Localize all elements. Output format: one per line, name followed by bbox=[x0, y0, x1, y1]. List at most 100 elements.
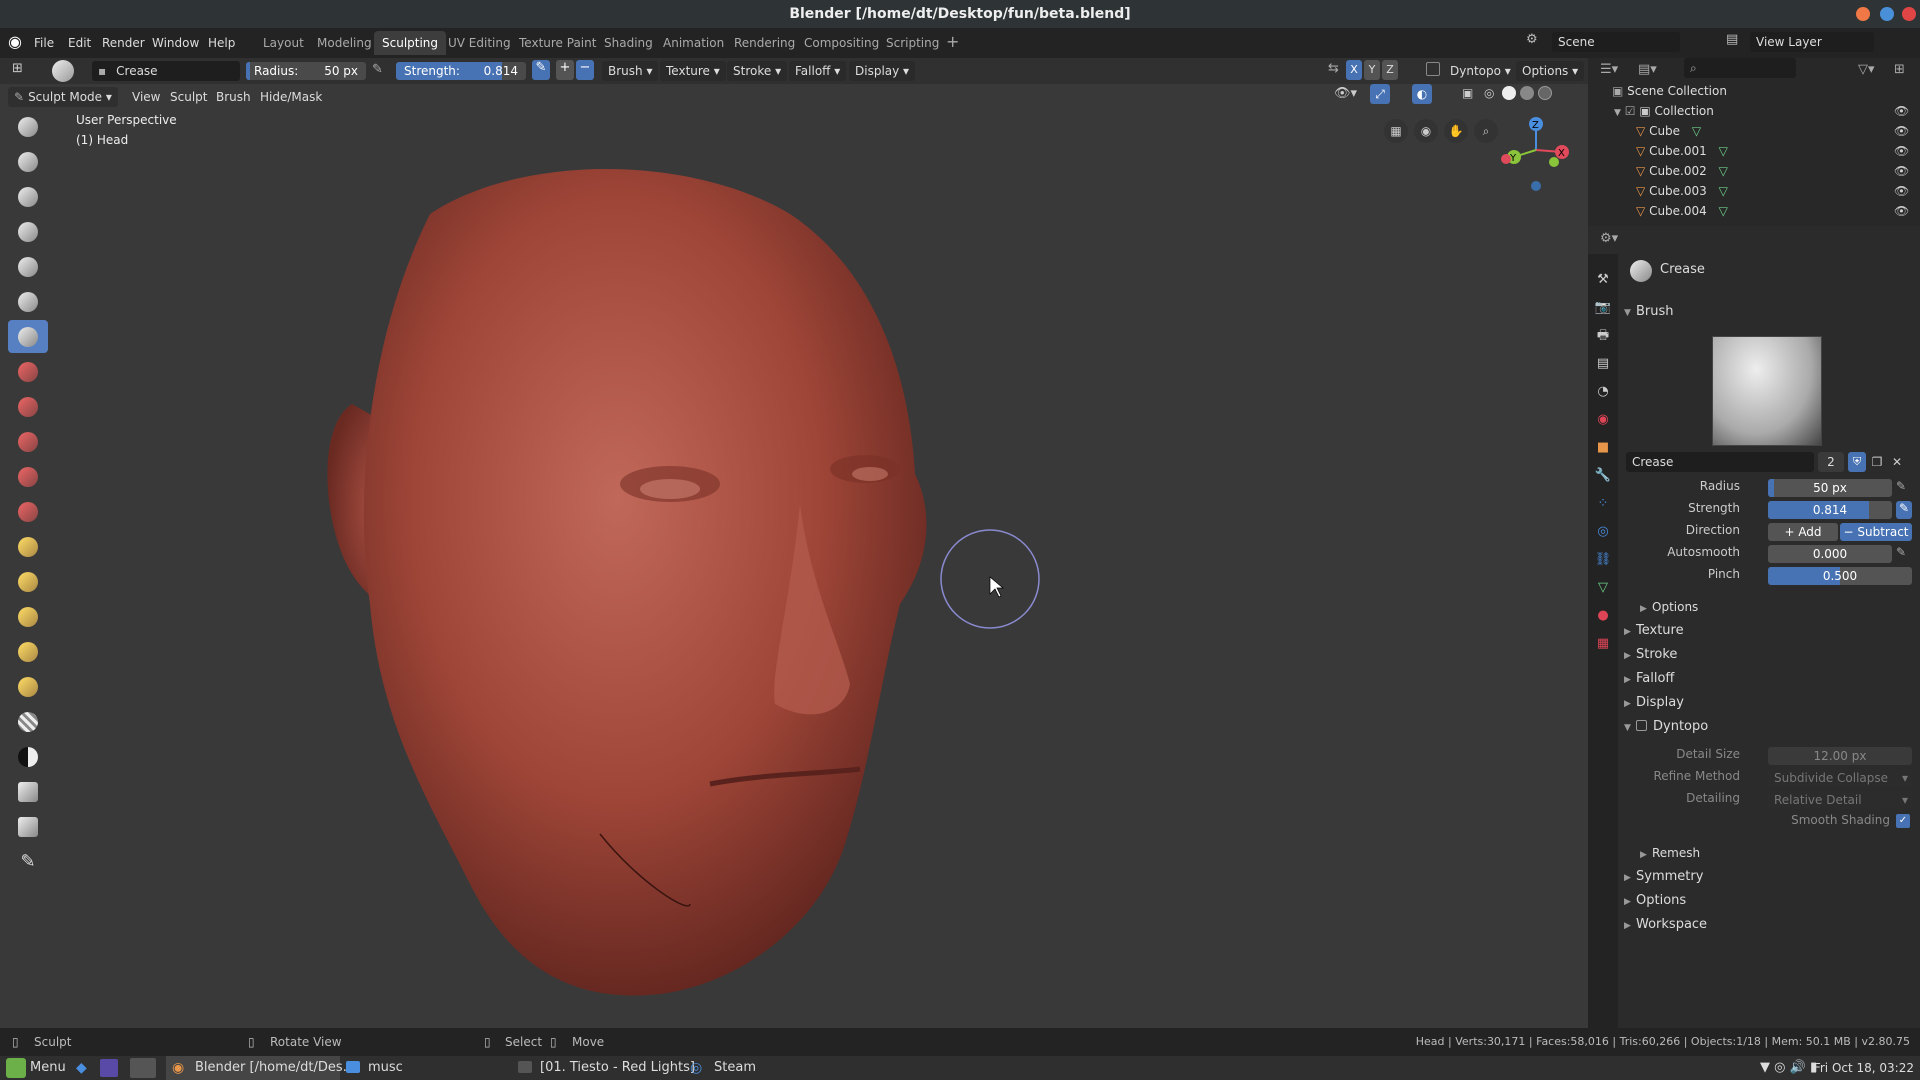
fake-user-shield-icon[interactable]: ⛨ bbox=[1848, 452, 1866, 472]
smooth-shading-checkbox[interactable]: ✓ bbox=[1896, 814, 1910, 828]
crease-brush-icon[interactable] bbox=[8, 320, 48, 353]
brush-options-subpanel[interactable]: ▶ Options bbox=[1640, 596, 1698, 618]
annotate-tool-icon[interactable]: ✎ bbox=[8, 845, 48, 878]
overlay-toggle-icon[interactable]: ◐ bbox=[1412, 84, 1432, 104]
texture-dropdown[interactable]: Texture ▾ bbox=[660, 61, 726, 81]
detailing-dropdown[interactable]: Relative Detail ▾ bbox=[1768, 791, 1912, 809]
clay-strips-brush-icon[interactable] bbox=[8, 180, 48, 213]
brush-users-count[interactable]: 2 bbox=[1818, 452, 1844, 472]
remesh-subpanel[interactable]: ▶ Remesh bbox=[1640, 842, 1700, 864]
mirror-y-toggle[interactable]: Y bbox=[1364, 60, 1380, 80]
mirror-x-toggle[interactable]: X bbox=[1346, 60, 1362, 80]
menu-view[interactable]: View bbox=[132, 87, 160, 107]
zoom-icon[interactable]: ⌕ bbox=[1474, 119, 1498, 143]
scrape-brush-icon[interactable] bbox=[8, 460, 48, 493]
view-layer-tab-icon[interactable]: ▤ bbox=[1588, 350, 1618, 378]
refine-method-dropdown[interactable]: Subdivide Collapse ▾ bbox=[1768, 769, 1912, 787]
brush-panel-header[interactable]: ▼ Brush bbox=[1624, 301, 1674, 323]
display-dropdown[interactable]: Display ▾ bbox=[849, 61, 916, 81]
fill-brush-icon[interactable] bbox=[8, 425, 48, 458]
display-panel-header[interactable]: ▶ Display bbox=[1624, 692, 1684, 714]
inflate-brush-icon[interactable] bbox=[8, 250, 48, 283]
subtract-direction-icon[interactable]: − bbox=[576, 60, 594, 80]
add-direction-icon[interactable]: + bbox=[556, 60, 574, 80]
snake-hook-brush-icon[interactable] bbox=[8, 565, 48, 598]
detail-size-field[interactable]: 12.00 px bbox=[1768, 747, 1912, 765]
clay-brush-icon[interactable] bbox=[8, 145, 48, 178]
tab-uv-editing[interactable]: UV Editing bbox=[440, 31, 519, 55]
menu-brush[interactable]: Brush bbox=[216, 87, 251, 107]
box-hide-icon[interactable] bbox=[8, 810, 48, 843]
brush-name-field[interactable]: ▪ Crease bbox=[92, 61, 240, 81]
outliner-editor-icon[interactable]: ☰▾ bbox=[1600, 62, 1618, 77]
radius-pressure-icon[interactable]: ✎ bbox=[372, 62, 383, 77]
radius-pressure-toggle-icon[interactable]: ✎ bbox=[1896, 479, 1912, 497]
stroke-dropdown[interactable]: Stroke ▾ bbox=[727, 61, 788, 81]
dyntopo-dropdown[interactable]: Dyntopo ▾ bbox=[1444, 61, 1517, 81]
editor-type-icon[interactable]: ⊞ bbox=[12, 61, 23, 76]
dyntopo-panel-header[interactable]: ▼ Dyntopo bbox=[1624, 716, 1708, 738]
options-dropdown[interactable]: Options ▾ bbox=[1516, 61, 1585, 81]
rotate-brush-icon[interactable] bbox=[8, 670, 48, 703]
new-collection-icon[interactable]: ⊞ bbox=[1894, 62, 1905, 77]
symmetry-icon[interactable]: ⇆ bbox=[1328, 61, 1339, 76]
menu-render[interactable]: Render bbox=[102, 28, 145, 58]
strength-slider[interactable]: Strength: 0.814 bbox=[396, 62, 526, 80]
vscode-icon[interactable]: ◆ bbox=[76, 1059, 94, 1077]
radius-slider[interactable]: Radius: 50 px bbox=[246, 62, 366, 80]
tab-shading[interactable]: Shading bbox=[596, 31, 661, 55]
taskbar-steam[interactable]: Steam bbox=[714, 1056, 756, 1080]
unlink-close-icon[interactable]: ✕ bbox=[1888, 452, 1906, 472]
tab-texture-paint[interactable]: Texture Paint bbox=[511, 31, 604, 55]
tab-scripting[interactable]: Scripting bbox=[878, 31, 947, 55]
brush-texture-preview[interactable] bbox=[1712, 336, 1822, 446]
falloff-dropdown[interactable]: Falloff ▾ bbox=[789, 61, 847, 81]
particles-tab-icon[interactable]: ⁘ bbox=[1588, 490, 1618, 518]
blender-logo-icon[interactable]: ◉ bbox=[8, 32, 28, 52]
visibility-icon[interactable]: 👁▾ bbox=[1334, 86, 1357, 101]
tab-compositing[interactable]: Compositing bbox=[796, 31, 887, 55]
taskbar-musc[interactable]: musc bbox=[368, 1056, 403, 1080]
workspace-panel-header[interactable]: ▶ Workspace bbox=[1624, 914, 1707, 936]
data-tab-icon[interactable]: ▽ bbox=[1588, 574, 1618, 602]
camera-view-icon[interactable]: ◉ bbox=[1414, 119, 1438, 143]
menu-sculpt[interactable]: Sculpt bbox=[170, 87, 207, 107]
grid-view-icon[interactable]: ▦ bbox=[1384, 119, 1408, 143]
brush-dropdown[interactable]: Brush ▾ bbox=[602, 61, 659, 81]
tool-tab-icon[interactable]: ⚒ bbox=[1588, 266, 1618, 294]
material-tab-icon[interactable]: ● bbox=[1588, 602, 1618, 630]
object-tab-icon[interactable]: ■ bbox=[1588, 434, 1618, 462]
wireframe-shading-icon[interactable]: ◎ bbox=[1484, 86, 1494, 100]
close-button[interactable] bbox=[1902, 7, 1916, 21]
brush-datablock-field[interactable]: Crease bbox=[1626, 452, 1814, 472]
minimize-button[interactable] bbox=[1856, 7, 1870, 21]
taskbar-menu-button[interactable]: Menu bbox=[30, 1056, 66, 1080]
texture-tab-icon[interactable]: ▦ bbox=[1588, 630, 1618, 658]
file-manager-icon[interactable] bbox=[130, 1058, 156, 1078]
physics-tab-icon[interactable]: ◎ bbox=[1588, 518, 1618, 546]
autosmooth-prop-slider[interactable]: 0.000 bbox=[1768, 545, 1892, 563]
axis-navigation-gizmo[interactable]: Z X Y bbox=[1496, 112, 1576, 194]
outliner-item-cube-002[interactable]: ▽ Cube.002 ▽ 👁 bbox=[1636, 161, 1916, 181]
mask-brush-icon[interactable] bbox=[8, 740, 48, 773]
tab-layout[interactable]: Layout bbox=[255, 31, 312, 55]
blob-brush-icon[interactable] bbox=[8, 285, 48, 318]
3d-viewport[interactable] bbox=[0, 84, 1588, 1028]
draw-brush-icon[interactable] bbox=[8, 110, 48, 143]
properties-editor-icon[interactable]: ⚙▾ bbox=[1600, 231, 1618, 246]
view-layer-field[interactable]: View Layer bbox=[1750, 32, 1874, 52]
output-tab-icon[interactable]: 🖶 bbox=[1588, 322, 1618, 350]
menu-window[interactable]: Window bbox=[152, 28, 199, 58]
pan-hand-icon[interactable]: ✋ bbox=[1444, 119, 1468, 143]
tab-rendering[interactable]: Rendering bbox=[726, 31, 803, 55]
taskbar-music[interactable]: [01. Tiesto - Red Lights] bbox=[540, 1056, 695, 1080]
pinch-brush-icon[interactable] bbox=[8, 495, 48, 528]
modifier-tab-icon[interactable]: 🔧 bbox=[1588, 462, 1618, 490]
scene-tab-icon[interactable]: ◔ bbox=[1588, 378, 1618, 406]
grab-brush-icon[interactable] bbox=[8, 530, 48, 563]
tab-modeling[interactable]: Modeling bbox=[309, 31, 380, 55]
filter-icon[interactable]: ▽▾ bbox=[1858, 62, 1875, 77]
strength-prop-slider[interactable]: 0.814 bbox=[1768, 501, 1892, 519]
radius-prop-slider[interactable]: 50 px bbox=[1768, 479, 1892, 497]
dyntopo-checkbox[interactable] bbox=[1426, 62, 1440, 76]
